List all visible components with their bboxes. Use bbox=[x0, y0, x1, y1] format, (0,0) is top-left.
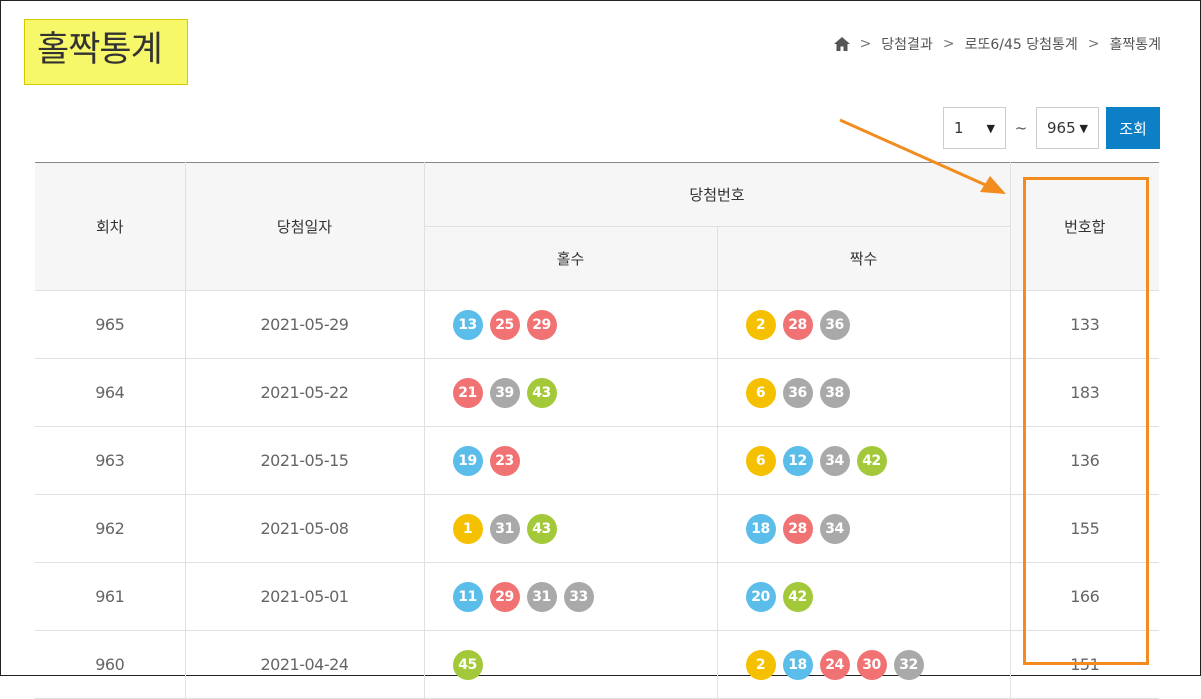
query-button[interactable]: 조회 bbox=[1106, 107, 1160, 149]
sum-cell: 151 bbox=[1009, 630, 1160, 699]
date-cell: 2021-04-24 bbox=[184, 630, 425, 699]
sum-cell: 166 bbox=[1009, 562, 1160, 631]
table-row: 962 2021-05-08 1 31 43 18 28 34 155 bbox=[35, 494, 1160, 563]
table-row: 964 2021-05-22 21 39 43 6 36 38 183 bbox=[35, 358, 1160, 427]
even-numbers-cell: 20 42 bbox=[716, 562, 1011, 631]
lotto-ball: 18 bbox=[745, 513, 776, 544]
round-cell: 960 bbox=[35, 630, 186, 699]
odd-numbers-cell: 45 bbox=[423, 630, 718, 699]
lotto-ball: 33 bbox=[563, 581, 594, 612]
lotto-ball: 28 bbox=[782, 309, 813, 340]
date-cell: 2021-05-22 bbox=[184, 358, 425, 427]
lotto-ball: 20 bbox=[745, 581, 776, 612]
lotto-ball: 31 bbox=[526, 581, 557, 612]
chevron-right-icon: > bbox=[1087, 36, 1100, 52]
odd-even-stats-table: 회차 당첨일자 당첨번호 번호합 홀수 짝수 965 2021-05-29 13 25… bbox=[35, 162, 1160, 699]
round-cell: 962 bbox=[35, 494, 186, 563]
home-icon[interactable] bbox=[833, 37, 850, 51]
round-cell: 961 bbox=[35, 562, 186, 631]
lotto-ball: 11 bbox=[452, 581, 483, 612]
lotto-ball: 38 bbox=[819, 377, 850, 408]
lotto-ball: 24 bbox=[819, 649, 850, 680]
to-round-select[interactable]: 965 ▼ bbox=[1036, 107, 1099, 149]
to-round-value: 965 bbox=[1047, 119, 1076, 137]
breadcrumb: > 당첨결과 > 로또6/45 당첨통계 > 홀짝통계 bbox=[833, 34, 1161, 54]
header-round: 회차 bbox=[35, 162, 186, 291]
odd-numbers-cell: 13 25 29 bbox=[423, 290, 718, 359]
lotto-ball: 29 bbox=[489, 581, 520, 612]
lotto-ball: 13 bbox=[452, 309, 483, 340]
chevron-right-icon: > bbox=[859, 36, 872, 52]
lotto-ball: 19 bbox=[452, 445, 483, 476]
breadcrumb-item[interactable]: 로또6/45 당첨통계 bbox=[965, 34, 1078, 54]
header-sum: 번호합 bbox=[1009, 162, 1160, 291]
lotto-ball: 30 bbox=[856, 649, 887, 680]
sum-cell: 155 bbox=[1009, 494, 1160, 563]
header-winning-numbers: 당첨번호 bbox=[423, 162, 1011, 227]
lotto-ball: 45 bbox=[452, 649, 483, 680]
date-cell: 2021-05-15 bbox=[184, 426, 425, 495]
even-numbers-cell: 6 12 34 42 bbox=[716, 426, 1011, 495]
odd-numbers-cell: 21 39 43 bbox=[423, 358, 718, 427]
lotto-ball: 2 bbox=[745, 309, 776, 340]
lotto-ball: 32 bbox=[893, 649, 924, 680]
sum-cell: 133 bbox=[1009, 290, 1160, 359]
page-title: 홀짝통계 bbox=[24, 19, 188, 85]
even-numbers-cell: 6 36 38 bbox=[716, 358, 1011, 427]
round-cell: 964 bbox=[35, 358, 186, 427]
range-separator: ~ bbox=[1014, 119, 1028, 137]
lotto-ball: 36 bbox=[782, 377, 813, 408]
lotto-ball: 12 bbox=[782, 445, 813, 476]
odd-numbers-cell: 19 23 bbox=[423, 426, 718, 495]
round-range-filter: 1 ▼ ~ 965 ▼ 조회 bbox=[943, 107, 1160, 149]
round-cell: 965 bbox=[35, 290, 186, 359]
from-round-select[interactable]: 1 ▼ bbox=[943, 107, 1006, 149]
from-round-value: 1 bbox=[954, 119, 964, 137]
lotto-ball: 42 bbox=[782, 581, 813, 612]
odd-numbers-cell: 1 31 43 bbox=[423, 494, 718, 563]
lotto-ball: 21 bbox=[452, 377, 483, 408]
lotto-ball: 31 bbox=[489, 513, 520, 544]
sum-cell: 183 bbox=[1009, 358, 1160, 427]
even-numbers-cell: 18 28 34 bbox=[716, 494, 1011, 563]
date-cell: 2021-05-08 bbox=[184, 494, 425, 563]
breadcrumb-item[interactable]: 당첨결과 bbox=[881, 34, 933, 54]
lotto-ball: 28 bbox=[782, 513, 813, 544]
table-row: 965 2021-05-29 13 25 29 2 28 36 133 bbox=[35, 290, 1160, 359]
date-cell: 2021-05-01 bbox=[184, 562, 425, 631]
lotto-ball: 23 bbox=[489, 445, 520, 476]
sum-cell: 136 bbox=[1009, 426, 1160, 495]
lotto-ball: 1 bbox=[452, 513, 483, 544]
table-body: 965 2021-05-29 13 25 29 2 28 36 133 964 2021-05-22… bbox=[35, 290, 1160, 699]
lotto-ball: 43 bbox=[526, 513, 557, 544]
lotto-ball: 2 bbox=[745, 649, 776, 680]
lotto-ball: 34 bbox=[819, 445, 850, 476]
date-cell: 2021-05-29 bbox=[184, 290, 425, 359]
lotto-ball: 6 bbox=[745, 445, 776, 476]
even-numbers-cell: 2 28 36 bbox=[716, 290, 1011, 359]
table-row: 963 2021-05-15 19 23 6 12 34 42 136 bbox=[35, 426, 1160, 495]
lotto-ball: 42 bbox=[856, 445, 887, 476]
lotto-ball: 18 bbox=[782, 649, 813, 680]
header-odd: 홀수 bbox=[424, 226, 718, 291]
odd-numbers-cell: 11 29 31 33 bbox=[423, 562, 718, 631]
even-numbers-cell: 2 18 24 30 32 bbox=[716, 630, 1011, 699]
caret-down-icon: ▼ bbox=[1079, 121, 1088, 135]
lotto-ball: 29 bbox=[526, 309, 557, 340]
chevron-right-icon: > bbox=[942, 36, 955, 52]
lotto-ball: 25 bbox=[489, 309, 520, 340]
lotto-ball: 34 bbox=[819, 513, 850, 544]
lotto-ball: 6 bbox=[745, 377, 776, 408]
lotto-ball: 39 bbox=[489, 377, 520, 408]
table-row: 961 2021-05-01 11 29 31 33 20 42 166 bbox=[35, 562, 1160, 631]
lotto-ball: 43 bbox=[526, 377, 557, 408]
round-cell: 963 bbox=[35, 426, 186, 495]
table-row: 960 2021-04-24 45 2 18 24 30 32 151 bbox=[35, 630, 1160, 699]
caret-down-icon: ▼ bbox=[986, 121, 995, 135]
breadcrumb-item-current: 홀짝통계 bbox=[1109, 37, 1161, 53]
lotto-ball: 36 bbox=[819, 309, 850, 340]
header-even: 짝수 bbox=[716, 226, 1011, 291]
header-date: 당첨일자 bbox=[184, 162, 425, 291]
